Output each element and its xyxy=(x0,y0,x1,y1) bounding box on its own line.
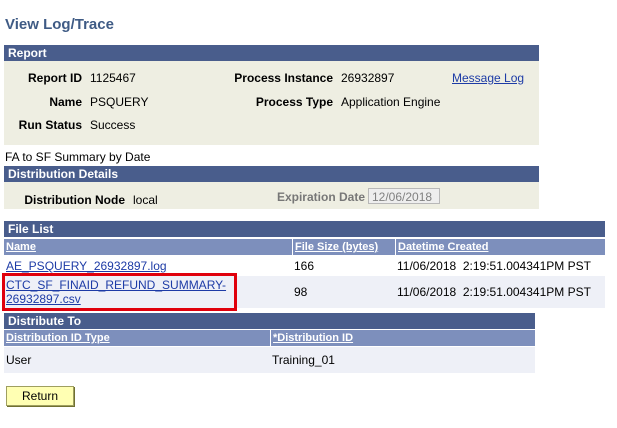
file-list-column-header: Name File Size (bytes) Datetime Created xyxy=(4,239,605,255)
file-created: 11/06/2018 2:19:51.004341PM PST xyxy=(397,285,591,299)
message-log-link[interactable]: Message Log xyxy=(452,71,524,85)
process-type-label: Process Type xyxy=(255,95,333,109)
table-row: User Training_01 xyxy=(4,347,535,373)
column-distribution-id[interactable]: *Distribution ID xyxy=(270,330,535,346)
run-status-label: Run Status xyxy=(18,118,82,132)
name-value: PSQUERY xyxy=(90,95,149,109)
distribution-id: Training_01 xyxy=(272,353,335,367)
file-created: 11/06/2018 2:19:51.004341PM PST xyxy=(397,259,591,273)
file-size: 98 xyxy=(294,285,308,299)
report-id-label: Report ID xyxy=(28,71,82,85)
process-instance-value: 26932897 xyxy=(341,71,395,85)
column-datetime-created[interactable]: Datetime Created xyxy=(395,239,605,255)
process-instance-label: Process Instance xyxy=(234,71,333,85)
distribution-node-value: local xyxy=(133,193,158,207)
report-header: Report xyxy=(4,45,539,61)
report-description: FA to SF Summary by Date xyxy=(5,150,151,164)
file-size: 166 xyxy=(294,259,315,273)
report-id-value: 1125467 xyxy=(90,71,136,85)
run-status-value: Success xyxy=(90,118,136,132)
file-link-log[interactable]: AE_PSQUERY_26932897.log xyxy=(6,259,167,273)
return-button[interactable]: Return xyxy=(6,386,74,406)
expiration-date-field: 12/06/2018 xyxy=(368,188,440,204)
expiration-date-label: Expiration Date xyxy=(276,190,365,204)
page-title: View Log/Trace xyxy=(5,16,114,33)
distribute-to-header: Distribute To xyxy=(4,313,535,329)
name-label: Name xyxy=(49,95,82,109)
column-name[interactable]: Name xyxy=(4,239,292,255)
file-list-header: File List xyxy=(4,221,605,237)
column-distribution-id-type[interactable]: Distribution ID Type xyxy=(4,330,270,346)
distribute-to-column-header: Distribution ID Type *Distribution ID xyxy=(4,330,535,346)
process-type-value: Application Engine xyxy=(341,95,441,109)
distribution-details-header: Distribution Details xyxy=(4,166,539,182)
column-file-size[interactable]: File Size (bytes) xyxy=(292,239,395,255)
distribution-node-label: Distribution Node xyxy=(24,193,125,207)
distribution-id-type: User xyxy=(6,353,32,367)
highlight-box xyxy=(2,273,237,311)
